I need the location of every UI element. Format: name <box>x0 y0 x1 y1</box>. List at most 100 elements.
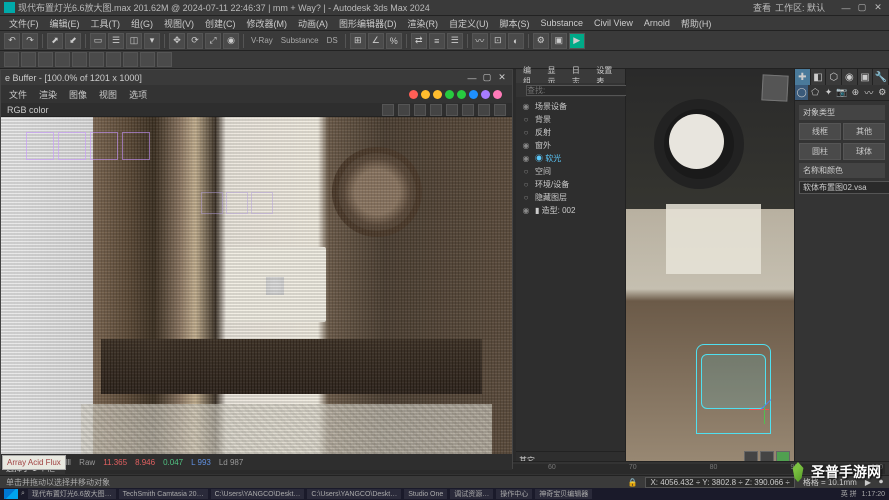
dot-green1[interactable] <box>445 90 454 99</box>
select-name-button[interactable]: ☰ <box>108 33 124 49</box>
fb-menu-view[interactable]: 视图 <box>95 88 121 101</box>
mirror-button[interactable]: ⇄ <box>411 33 427 49</box>
item-label[interactable]: 隐藏图层 <box>535 192 567 203</box>
tool2-9[interactable] <box>140 52 155 67</box>
fb-menu-render[interactable]: 渲染 <box>35 88 61 101</box>
menu-substance[interactable]: Substance <box>536 18 589 28</box>
gizmo-x-axis[interactable] <box>749 409 769 410</box>
fb-maximize-button[interactable]: ▢ <box>481 73 493 83</box>
subtab-lights-icon[interactable]: ✦ <box>822 85 835 100</box>
subtab-cameras-icon[interactable]: 📷 <box>835 85 848 100</box>
angle-snap-button[interactable]: ∠ <box>368 33 384 49</box>
fb-minimize-button[interactable]: — <box>466 73 478 83</box>
visibility-icon[interactable]: ○ <box>521 193 531 202</box>
substance-label[interactable]: Substance <box>278 36 322 45</box>
taskbar-item[interactable]: 调试资源… <box>450 489 493 499</box>
item-label[interactable]: 场景设备 <box>535 101 567 112</box>
dot-blue[interactable] <box>469 90 478 99</box>
tab-modify-icon[interactable]: ◧ <box>811 69 827 85</box>
create-btn-1[interactable]: 线框 <box>799 123 841 140</box>
tool2-1[interactable] <box>4 52 19 67</box>
unlink-button[interactable]: ⬋ <box>65 33 81 49</box>
tab-motion-icon[interactable]: ◉ <box>842 69 858 85</box>
visibility-icon[interactable]: ◉ <box>521 206 531 215</box>
fb-copy-icon[interactable] <box>462 104 474 116</box>
menu-help[interactable]: 帮助(H) <box>676 17 717 30</box>
tool2-4[interactable] <box>55 52 70 67</box>
item-label[interactable]: ▮ 造型: 002 <box>535 205 575 216</box>
taskbar-item[interactable]: C:\Users\YANGCO\Deskt… <box>211 489 305 499</box>
menu-graph[interactable]: 图形编辑器(D) <box>334 17 402 30</box>
place-button[interactable]: ◉ <box>223 33 239 49</box>
snap-button[interactable]: ⊞ <box>350 33 366 49</box>
visibility-icon[interactable]: ◉ <box>521 102 531 111</box>
align-button[interactable]: ≡ <box>429 33 445 49</box>
menu-animation[interactable]: 动画(A) <box>293 17 333 30</box>
subtab-shapes-icon[interactable]: ⬠ <box>808 85 821 100</box>
tab-display-icon[interactable]: ▣ <box>858 69 874 85</box>
task-search-icon[interactable]: ⌕ <box>21 490 25 498</box>
visibility-icon[interactable]: ○ <box>521 167 531 176</box>
subtab-space-icon[interactable]: 〰 <box>862 85 875 100</box>
taskbar-item[interactable]: Studio One <box>404 489 447 499</box>
tool2-2[interactable] <box>21 52 36 67</box>
menu-customize[interactable]: 自定义(U) <box>444 17 494 30</box>
layer-button[interactable]: ☰ <box>447 33 463 49</box>
dot-yellow1[interactable] <box>421 90 430 99</box>
render-frame-button[interactable]: ▣ <box>551 33 567 49</box>
render-output-viewport[interactable] <box>1 117 512 454</box>
vray-label[interactable]: V-Ray <box>248 36 276 45</box>
dot-pink[interactable] <box>493 90 502 99</box>
fb-stamp-icon[interactable] <box>494 104 506 116</box>
item-label[interactable]: 背景 <box>535 114 551 125</box>
subtab-geometry-icon[interactable]: ◯ <box>795 85 808 100</box>
tab-utilities-icon[interactable]: 🔧 <box>873 69 889 85</box>
fb-region-icon[interactable] <box>382 104 394 116</box>
rotate-button[interactable]: ⟳ <box>187 33 203 49</box>
taskbar-item[interactable]: C:\Users\YANGCO\Deskt… <box>307 489 401 499</box>
curve-editor-button[interactable]: 〰 <box>472 33 488 49</box>
render-button[interactable]: ▶ <box>569 33 585 49</box>
fb-menu-file[interactable]: 文件 <box>5 88 31 101</box>
clock-label[interactable]: 1:17:20 <box>862 491 885 498</box>
maxscript-error[interactable]: Array Acid Flux <box>2 455 66 470</box>
select-button[interactable]: ▭ <box>90 33 106 49</box>
fb-clear-icon[interactable] <box>446 104 458 116</box>
explorer-search-input[interactable] <box>526 85 638 96</box>
filter-button[interactable]: ▾ <box>144 33 160 49</box>
taskbar-item[interactable]: 现代布置灯光6.6放大图… <box>28 489 116 499</box>
menu-script[interactable]: 脚本(S) <box>495 17 535 30</box>
menu-file[interactable]: 文件(F) <box>4 17 44 30</box>
menu-modifiers[interactable]: 修改器(M) <box>242 17 293 30</box>
tool2-10[interactable] <box>157 52 172 67</box>
tool2-6[interactable] <box>89 52 104 67</box>
fb-close-button[interactable]: ✕ <box>496 73 508 83</box>
redo-button[interactable]: ↷ <box>22 33 38 49</box>
visibility-icon[interactable]: ◉ <box>521 141 531 150</box>
undo-button[interactable]: ↶ <box>4 33 20 49</box>
ime-label[interactable]: 英 拼 <box>841 489 857 499</box>
schematic-button[interactable]: ⊡ <box>490 33 506 49</box>
menu-tools[interactable]: 工具(T) <box>86 17 126 30</box>
dot-green2[interactable] <box>457 90 466 99</box>
search-label[interactable]: 查看 <box>753 1 771 14</box>
ds-label[interactable]: DS <box>324 36 341 45</box>
perspective-viewport[interactable] <box>626 69 794 469</box>
tab-create-icon[interactable]: ✚ <box>795 69 811 85</box>
tool2-8[interactable] <box>123 52 138 67</box>
fb-lens-icon[interactable] <box>478 104 490 116</box>
tool2-5[interactable] <box>72 52 87 67</box>
tab-hierarchy-icon[interactable]: ⬡ <box>826 69 842 85</box>
menu-group[interactable]: 组(G) <box>126 17 158 30</box>
item-label[interactable]: ◉ 软光 <box>535 153 561 164</box>
fb-compare-icon[interactable] <box>398 104 410 116</box>
tool2-7[interactable] <box>106 52 121 67</box>
fb-menu-options[interactable]: 选项 <box>125 88 151 101</box>
subtab-systems-icon[interactable]: ⚙ <box>876 85 889 100</box>
subtab-helpers-icon[interactable]: ⊕ <box>849 85 862 100</box>
fb-save-icon[interactable] <box>414 104 426 116</box>
item-label[interactable]: 反射 <box>535 127 551 138</box>
workspace-label[interactable]: 工作区: 默认 <box>775 1 825 14</box>
menu-view[interactable]: 视图(V) <box>159 17 199 30</box>
select-region-button[interactable]: ◫ <box>126 33 142 49</box>
